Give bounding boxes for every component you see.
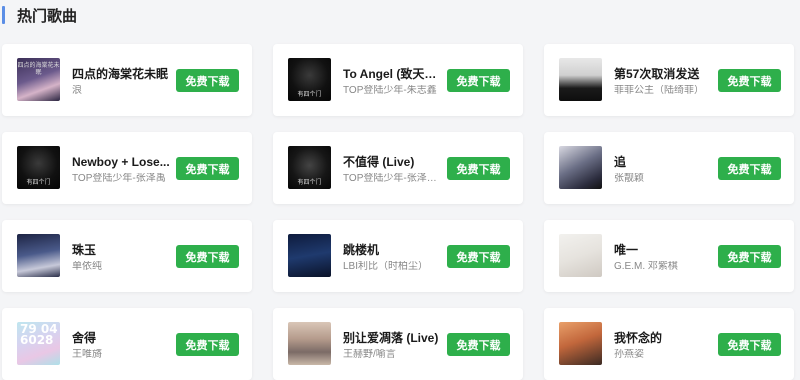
artist-name[interactable]: 孙燕姿 bbox=[614, 349, 712, 361]
free-download-button[interactable]: 免费下载 bbox=[447, 157, 510, 180]
song-card[interactable]: 我怀念的 孙燕姿 免费下载 bbox=[544, 308, 794, 380]
album-cover[interactable]: 有四个门 bbox=[288, 58, 331, 101]
song-title[interactable]: 四点的海棠花未眠 bbox=[72, 66, 170, 82]
song-card[interactable]: 有四个门 不值得 (Live) TOP登陆少年-张泽禹/T... 免费下载 bbox=[273, 132, 523, 204]
song-title[interactable]: Newboy + Lose... bbox=[72, 154, 170, 170]
song-card[interactable]: 别让爱凋落 (Live) 王赫野/喻言 免费下载 bbox=[273, 308, 523, 380]
album-cover-text: 有四个门 bbox=[297, 91, 322, 98]
album-cover-text: 有四个门 bbox=[297, 179, 322, 186]
section-header: 热门歌曲 bbox=[0, 0, 800, 30]
song-title[interactable]: 唯一 bbox=[614, 242, 712, 258]
album-cover[interactable] bbox=[559, 58, 602, 101]
artist-name[interactable]: 王赫野/喻言 bbox=[343, 349, 441, 361]
free-download-button[interactable]: 免费下载 bbox=[718, 333, 781, 356]
song-grid: 四点的海棠花未眠 四点的海棠花未眠 浪 免费下载 有四个门 To Angel (… bbox=[0, 44, 800, 380]
free-download-button[interactable]: 免费下载 bbox=[176, 245, 239, 268]
album-cover[interactable] bbox=[17, 234, 60, 277]
album-cover[interactable] bbox=[559, 322, 602, 365]
album-cover-text: 有四个门 bbox=[26, 179, 51, 186]
album-cover[interactable] bbox=[559, 146, 602, 189]
song-card[interactable]: 四点的海棠花未眠 四点的海棠花未眠 浪 免费下载 bbox=[2, 44, 252, 116]
album-cover-text: 四点的海棠花未眠 bbox=[17, 62, 60, 76]
song-title[interactable]: To Angel (致天使)... bbox=[343, 66, 441, 82]
album-cover[interactable] bbox=[288, 322, 331, 365]
song-card[interactable]: 追 张靓颖 免费下载 bbox=[544, 132, 794, 204]
song-card[interactable]: 跳楼机 LBI利比（时柏尘） 免费下载 bbox=[273, 220, 523, 292]
free-download-button[interactable]: 免费下载 bbox=[176, 333, 239, 356]
album-cover[interactable]: 有四个门 bbox=[288, 146, 331, 189]
free-download-button[interactable]: 免费下载 bbox=[447, 333, 510, 356]
free-download-button[interactable]: 免费下载 bbox=[447, 69, 510, 92]
album-cover[interactable]: 四点的海棠花未眠 bbox=[17, 58, 60, 101]
song-title[interactable]: 追 bbox=[614, 154, 712, 170]
artist-name[interactable]: LBI利比（时柏尘） bbox=[343, 261, 441, 273]
free-download-button[interactable]: 免费下载 bbox=[176, 157, 239, 180]
artist-name[interactable]: 王唯旖 bbox=[72, 349, 170, 361]
song-title[interactable]: 别让爱凋落 (Live) bbox=[343, 330, 441, 346]
artist-name[interactable]: TOP登陆少年-张泽禹/T... bbox=[343, 173, 441, 185]
song-title[interactable]: 第57次取消发送 bbox=[614, 66, 712, 82]
artist-name[interactable]: 浪 bbox=[72, 85, 170, 97]
album-cover[interactable]: 有四个门 bbox=[17, 146, 60, 189]
section-title: 热门歌曲 bbox=[17, 7, 78, 25]
section-accent-bar bbox=[2, 6, 5, 24]
free-download-button[interactable]: 免费下载 bbox=[718, 69, 781, 92]
artist-name[interactable]: 菲菲公主（陆绮菲） bbox=[614, 85, 712, 97]
song-title[interactable]: 跳楼机 bbox=[343, 242, 441, 258]
artist-name[interactable]: 张靓颖 bbox=[614, 173, 712, 185]
song-title[interactable]: 珠玉 bbox=[72, 242, 170, 258]
artist-name[interactable]: TOP登陆少年-朱志鑫 bbox=[343, 85, 441, 97]
album-cover-text: 79 04 6028 bbox=[20, 322, 58, 347]
song-card[interactable]: 珠玉 单依纯 免费下载 bbox=[2, 220, 252, 292]
free-download-button[interactable]: 免费下载 bbox=[718, 157, 781, 180]
artist-name[interactable]: 单依纯 bbox=[72, 261, 170, 273]
song-title[interactable]: 我怀念的 bbox=[614, 330, 712, 346]
song-card[interactable]: 有四个门 To Angel (致天使)... TOP登陆少年-朱志鑫 免费下载 bbox=[273, 44, 523, 116]
artist-name[interactable]: TOP登陆少年-张泽禹 bbox=[72, 173, 170, 185]
song-card[interactable]: 79 04 6028 舍得 王唯旖 免费下载 bbox=[2, 308, 252, 380]
free-download-button[interactable]: 免费下载 bbox=[718, 245, 781, 268]
album-cover[interactable] bbox=[559, 234, 602, 277]
artist-name[interactable]: G.E.M. 邓紫棋 bbox=[614, 261, 712, 273]
song-card[interactable]: 唯一 G.E.M. 邓紫棋 免费下载 bbox=[544, 220, 794, 292]
free-download-button[interactable]: 免费下载 bbox=[176, 69, 239, 92]
album-cover[interactable] bbox=[288, 234, 331, 277]
free-download-button[interactable]: 免费下载 bbox=[447, 245, 510, 268]
song-card[interactable]: 有四个门 Newboy + Lose... TOP登陆少年-张泽禹 免费下载 bbox=[2, 132, 252, 204]
album-cover[interactable]: 79 04 6028 bbox=[17, 322, 60, 365]
song-title[interactable]: 不值得 (Live) bbox=[343, 154, 441, 170]
song-title[interactable]: 舍得 bbox=[72, 330, 170, 346]
song-card[interactable]: 第57次取消发送 菲菲公主（陆绮菲） 免费下载 bbox=[544, 44, 794, 116]
